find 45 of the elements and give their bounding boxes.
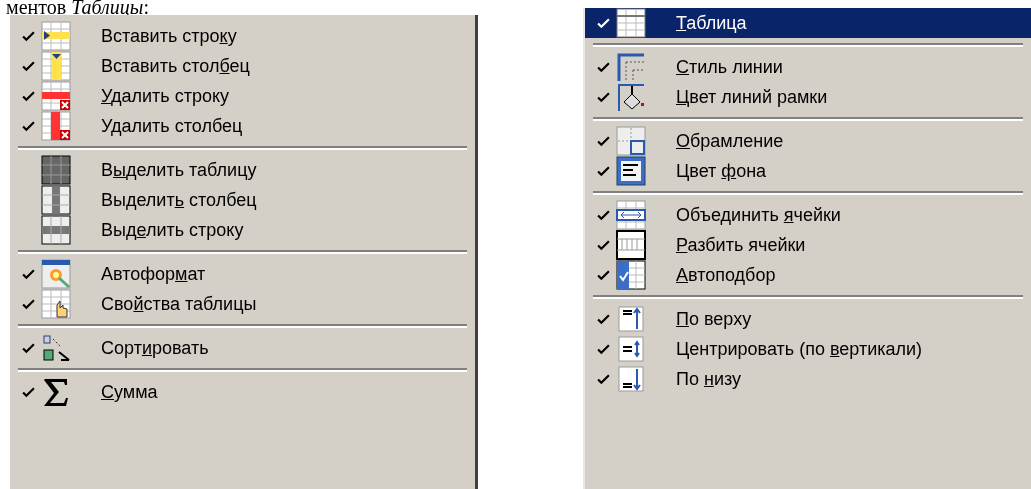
sigma-icon	[41, 377, 71, 407]
table-row-insert-icon	[41, 21, 71, 51]
row-select-icon	[41, 215, 71, 245]
align-middle-icon	[616, 334, 646, 364]
menu-item[interactable]: Вставить столбец	[10, 51, 475, 81]
menu-item[interactable]: Удалить столбец	[10, 111, 475, 141]
line-style-icon	[616, 52, 646, 82]
table-column-delete-icon	[41, 111, 71, 141]
autofit-icon	[616, 260, 646, 290]
sort-icon	[41, 333, 71, 363]
menu-item[interactable]: Автоформат	[10, 259, 475, 289]
menu-item[interactable]: Сумма	[10, 377, 475, 407]
menu-item[interactable]: Разбить ячейки	[585, 230, 1031, 260]
caption-text: ментов Таблицы:	[5, 0, 150, 15]
column-select-icon	[41, 185, 71, 215]
table-column-insert-icon	[41, 51, 71, 81]
menu-item[interactable]: Обрамление	[585, 126, 1031, 156]
table-hand-icon	[41, 289, 71, 319]
table-select-icon	[41, 155, 71, 185]
menu-item[interactable]: Вставить строку	[10, 21, 475, 51]
menu-item[interactable]: Выделить таблицу	[10, 155, 475, 185]
table-row-delete-icon	[41, 81, 71, 111]
menu-item[interactable]: Цвет линий рамки	[585, 82, 1031, 112]
menu-item[interactable]: Объединить ячейки	[585, 200, 1031, 230]
merge-cells-icon	[616, 200, 646, 230]
menu-item[interactable]: По верху	[585, 304, 1031, 334]
menu-item[interactable]: Центрировать (по вертикали)	[585, 334, 1031, 364]
menu-item[interactable]: Свойства таблицы	[10, 289, 475, 319]
menu-item[interactable]: Удалить строку	[10, 81, 475, 111]
menu-item[interactable]: По низу	[585, 364, 1031, 394]
menu-item[interactable]: Сортировать	[10, 333, 475, 363]
split-cells-icon	[616, 230, 646, 260]
menu-item[interactable]: Стиль линии	[585, 52, 1031, 82]
autoformat-icon	[41, 259, 71, 289]
menu-item[interactable]: Цвет фона	[585, 156, 1031, 186]
border-icon	[616, 126, 646, 156]
table-icon	[616, 8, 646, 38]
fill-color-icon	[616, 156, 646, 186]
menu-item[interactable]: Автоподбор	[585, 260, 1031, 290]
menu-item[interactable]: Выделить столбец	[10, 185, 475, 215]
align-bottom-icon	[616, 364, 646, 394]
menu-item[interactable]: Выделить строку	[10, 215, 475, 245]
align-top-icon	[616, 304, 646, 334]
paint-bucket-icon	[616, 82, 646, 112]
menu-item[interactable]: Таблица	[585, 8, 1031, 38]
